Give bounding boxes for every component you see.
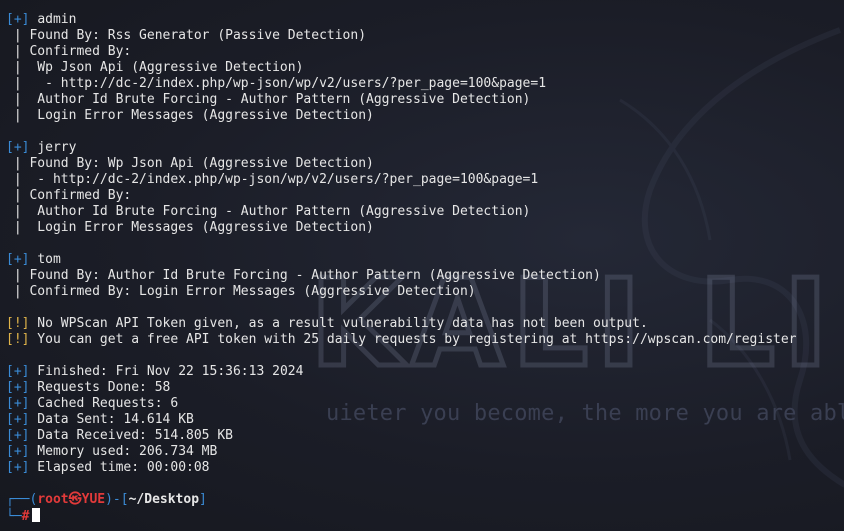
user-block-admin: [+] admin | Found By: Rss Generator (Pas… xyxy=(6,12,797,124)
output-line: | Confirmed By: xyxy=(6,44,132,59)
stat-requests-done: Requests Done: 58 xyxy=(29,380,171,395)
username: admin xyxy=(37,12,77,27)
prompt-symbol: # xyxy=(21,509,30,524)
prompt-corner: ┌──( xyxy=(6,492,38,507)
output-line: | Wp Json Api (Aggressive Detection) xyxy=(6,60,304,75)
info-marker: [+] xyxy=(6,396,30,411)
scan-stats-block: [+] Finished: Fri Nov 22 15:36:13 2024 [… xyxy=(6,364,797,476)
stat-finished: Finished: Fri Nov 22 15:36:13 2024 xyxy=(29,364,304,379)
prompt-user-host: root㉿YUE xyxy=(37,492,106,507)
terminal-output: [+] admin | Found By: Rss Generator (Pas… xyxy=(6,12,797,524)
info-marker: [+] xyxy=(6,412,30,427)
prompt-separator: )-[ xyxy=(105,492,129,507)
warning-text: You can get a free API token with 25 dai… xyxy=(29,332,797,347)
output-line: | Confirmed By: Login Error Messages (Ag… xyxy=(6,284,476,299)
output-line: | Author Id Brute Forcing - Author Patte… xyxy=(6,92,531,107)
warning-text: No WPScan API Token given, as a result v… xyxy=(29,316,648,331)
prompt-bracket: ] xyxy=(199,492,207,507)
terminal-window[interactable]: KALI LINUX uieter you become, the more y… xyxy=(0,0,844,531)
info-marker: [+] xyxy=(6,364,30,379)
user-block-tom: [+] tom | Found By: Author Id Brute Forc… xyxy=(6,252,797,300)
output-line: | Login Error Messages (Aggressive Detec… xyxy=(6,220,374,235)
stat-elapsed-time: Elapsed time: 00:00:08 xyxy=(29,460,210,475)
username: jerry xyxy=(37,140,77,155)
user-block-jerry: [+] jerry | Found By: Wp Json Api (Aggre… xyxy=(6,140,797,236)
output-line: | - http://dc-2/index.php/wp-json/wp/v2/… xyxy=(6,76,547,91)
output-line: | - http://dc-2/index.php/wp-json/wp/v2/… xyxy=(6,172,539,187)
warning-block: [!] No WPScan API Token given, as a resu… xyxy=(6,316,797,348)
info-marker: [+] xyxy=(6,460,30,475)
info-marker: [+] xyxy=(6,428,30,443)
prompt-path: ~/Desktop xyxy=(128,492,200,507)
info-marker: [+] xyxy=(6,140,30,155)
stat-cached-requests: Cached Requests: 6 xyxy=(29,396,179,411)
output-line: | Author Id Brute Forcing - Author Patte… xyxy=(6,204,531,219)
username: tom xyxy=(37,252,61,267)
info-marker: [+] xyxy=(6,252,30,267)
output-line: | Found By: Author Id Brute Forcing - Au… xyxy=(6,268,601,283)
info-marker: [+] xyxy=(6,380,30,395)
info-marker: [+] xyxy=(6,444,30,459)
warning-marker: [!] xyxy=(6,332,30,347)
output-line: | Found By: Rss Generator (Passive Detec… xyxy=(6,28,367,43)
shell-prompt[interactable]: ┌──(root㉿YUE)-[~/Desktop] └─# xyxy=(6,492,797,524)
warning-marker: [!] xyxy=(6,316,30,331)
stat-memory-used: Memory used: 206.734 MB xyxy=(29,444,218,459)
stat-data-received: Data Received: 514.805 KB xyxy=(29,428,233,443)
info-marker: [+] xyxy=(6,12,30,27)
output-line: | Login Error Messages (Aggressive Detec… xyxy=(6,108,374,123)
text-cursor[interactable] xyxy=(32,508,41,522)
output-line: | Found By: Wp Json Api (Aggressive Dete… xyxy=(6,156,374,171)
output-line: | Confirmed By: xyxy=(6,188,132,203)
stat-data-sent: Data Sent: 14.614 KB xyxy=(29,412,194,427)
prompt-corner: └─ xyxy=(6,509,22,524)
